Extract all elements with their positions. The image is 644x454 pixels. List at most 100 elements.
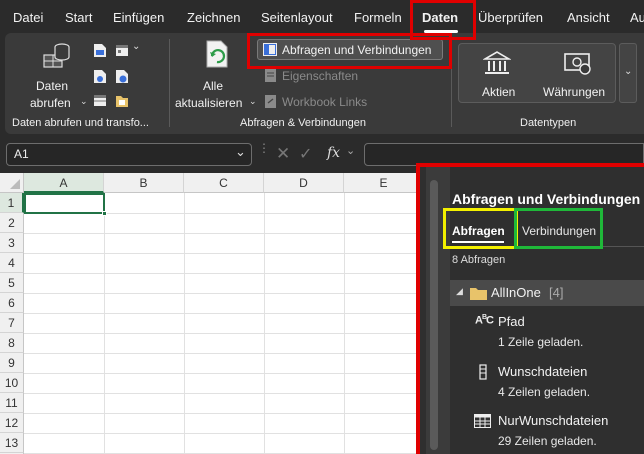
- column-header-a[interactable]: A: [24, 173, 104, 193]
- scroll-thumb[interactable]: [430, 180, 438, 450]
- query-group-header[interactable]: ◢ AllInOne [4]: [450, 280, 644, 306]
- gridline: [24, 333, 420, 334]
- folder-document-icon[interactable]: [115, 93, 129, 108]
- row-header-8[interactable]: 8: [0, 333, 24, 353]
- chevron-down-icon[interactable]: ⌄: [235, 144, 246, 160]
- select-all-corner[interactable]: [0, 173, 24, 193]
- query-item-wunschdateien[interactable]: Wunschdateien 4 Zeilen geladen.: [450, 360, 644, 404]
- enter-check-icon[interactable]: ✓: [299, 144, 312, 164]
- tab-verbindungen[interactable]: Verbindungen: [516, 218, 626, 244]
- gridline: [24, 273, 420, 274]
- row-header-9[interactable]: 9: [0, 353, 24, 373]
- menu-formeln[interactable]: Formeln: [354, 10, 402, 25]
- cancel-icon[interactable]: ✕: [276, 144, 290, 164]
- group-label-queries-connections: Abfragen & Verbindungen: [240, 117, 366, 129]
- text-csv-icon[interactable]: [93, 43, 107, 58]
- pane-scrollbar[interactable]: [428, 170, 442, 454]
- column-header-c[interactable]: C: [184, 173, 264, 193]
- row-header-3[interactable]: 3: [0, 233, 24, 253]
- row-header-4[interactable]: 4: [0, 253, 24, 273]
- row-header-1[interactable]: 1: [0, 193, 24, 213]
- formula-input[interactable]: [364, 143, 644, 166]
- recent-sources-icon[interactable]: [115, 43, 129, 58]
- row-header-10[interactable]: 10: [0, 373, 24, 393]
- bank-icon: [483, 51, 511, 74]
- name-box[interactable]: A1 ⌄: [6, 143, 252, 166]
- fill-handle[interactable]: [102, 211, 107, 216]
- tabs-divider: [450, 246, 644, 247]
- row-header-12[interactable]: 12: [0, 413, 24, 433]
- folder-icon: [470, 288, 487, 300]
- queries-connections-pane: Abfragen und Verbindungen Abfragen Verbi…: [420, 166, 644, 454]
- stocks-button[interactable]: Aktien: [459, 44, 537, 102]
- get-data-label-2: abrufen: [30, 96, 71, 110]
- query-count: 8 Abfragen: [452, 254, 506, 266]
- gridline: [24, 313, 420, 314]
- group-separator: [169, 39, 170, 127]
- gridline: [24, 353, 420, 354]
- gallery-more-button[interactable]: ⌄: [619, 43, 637, 103]
- tab-verbindungen-label: Verbindungen: [522, 224, 597, 238]
- row-header-2[interactable]: 2: [0, 213, 24, 233]
- gridline: [24, 233, 420, 234]
- queries-pane-icon: [263, 43, 277, 56]
- existing-connections-icon[interactable]: [115, 69, 129, 84]
- query-item-pfad[interactable]: ABC Pfad 1 Zeile geladen.: [450, 310, 644, 354]
- menu-einfuegen[interactable]: Einfügen: [113, 10, 164, 25]
- properties-button[interactable]: Eigenschaften: [282, 69, 358, 83]
- group-label-get-transform: Daten abrufen und transfo...: [12, 117, 149, 129]
- query-group-name: AllInOne: [491, 285, 541, 300]
- row-header-13[interactable]: 13: [0, 433, 24, 453]
- data-types-gallery: Aktien Währungen: [458, 43, 616, 103]
- collapse-triangle-icon: ◢: [456, 286, 463, 296]
- row-header-5[interactable]: 5: [0, 273, 24, 293]
- name-box-value: A1: [14, 147, 29, 161]
- gridline: [24, 253, 420, 254]
- gridline: [24, 373, 420, 374]
- row-header-7[interactable]: 7: [0, 313, 24, 333]
- column-header-e[interactable]: E: [344, 173, 420, 193]
- query-status: 4 Zeilen geladen.: [498, 385, 591, 399]
- selected-cell-a1[interactable]: [24, 193, 107, 216]
- workbook-links-button[interactable]: Workbook Links: [282, 95, 367, 109]
- query-status: 1 Zeile geladen.: [498, 335, 584, 349]
- menu-daten[interactable]: Daten: [422, 10, 458, 25]
- gridline: [24, 413, 420, 414]
- row-header-6[interactable]: 6: [0, 293, 24, 313]
- menu-seitenlayout[interactable]: Seitenlayout: [261, 10, 333, 25]
- get-data-label-1: Daten: [36, 79, 69, 93]
- refresh-all-button[interactable]: Alle aktualisieren ⌄: [175, 39, 257, 110]
- menu-ueberpruefen[interactable]: Überprüfen: [478, 10, 543, 25]
- pane-resize-handle[interactable]: [420, 166, 426, 454]
- query-group-count: [4]: [549, 285, 564, 300]
- menu-start[interactable]: Start: [65, 10, 92, 25]
- currency-icon: [564, 53, 591, 75]
- column-header-d[interactable]: D: [264, 173, 344, 193]
- tab-active-underline: [452, 241, 504, 243]
- currencies-button[interactable]: Währungen: [539, 44, 617, 102]
- get-data-button[interactable]: Daten abrufen ⌄: [30, 39, 90, 110]
- menu-ansicht[interactable]: Ansicht: [567, 10, 610, 25]
- menu-bar: Datei Start Einfügen Zeichnen Seitenlayo…: [0, 0, 644, 36]
- query-item-nurwunschdateien[interactable]: NurWunschdateien 29 Zeilen geladen.: [450, 409, 644, 453]
- chevron-down-icon: ⌄: [80, 96, 88, 106]
- menu-zeichnen[interactable]: Zeichnen: [187, 10, 240, 25]
- queries-connections-button[interactable]: Abfragen und Verbindungen: [257, 39, 443, 60]
- row-header-11[interactable]: 11: [0, 393, 24, 413]
- column-header-b[interactable]: B: [104, 173, 184, 193]
- tab-abfragen[interactable]: Abfragen: [450, 218, 514, 244]
- gridline: [24, 293, 420, 294]
- from-table-icon[interactable]: [93, 93, 107, 108]
- chevron-down-icon[interactable]: ⌄: [346, 144, 355, 157]
- pane-title: Abfragen und Verbindungen: [452, 191, 641, 207]
- menu-datei[interactable]: Datei: [13, 10, 43, 25]
- workbook-links-icon: [265, 95, 276, 108]
- queries-connections-label: Abfragen und Verbindungen: [282, 43, 432, 57]
- menu-more[interactable]: Au: [630, 10, 644, 25]
- chevron-down-icon: ⌄: [132, 41, 141, 52]
- query-name: Wunschdateien: [498, 364, 588, 379]
- web-icon[interactable]: [93, 69, 107, 84]
- insert-function-button[interactable]: fx: [327, 145, 340, 161]
- refresh-all-label-2: aktualisieren: [175, 96, 243, 110]
- abc-parameter-icon: ABC: [475, 314, 494, 327]
